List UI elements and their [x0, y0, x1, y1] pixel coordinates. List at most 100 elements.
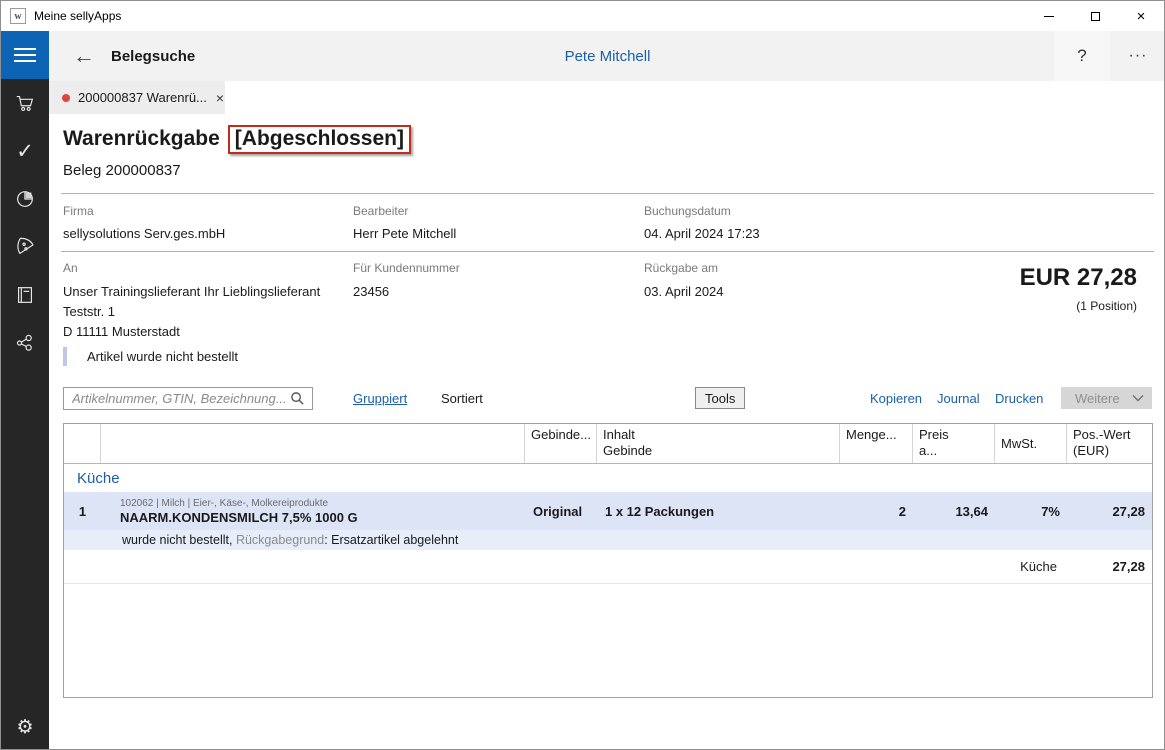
- header-inhalt-gebinde[interactable]: InhaltGebinde: [597, 424, 840, 463]
- help-icon: ?: [1077, 46, 1086, 66]
- share-icon: [14, 332, 36, 354]
- group-header-row[interactable]: Küche: [64, 464, 1152, 492]
- header-mwst[interactable]: MwSt.: [995, 424, 1067, 463]
- maximize-button[interactable]: [1072, 1, 1118, 31]
- titlebar: w Meine sellyApps ×: [1, 1, 1164, 31]
- sidebar-item-offers[interactable]: [1, 223, 49, 271]
- row-note-label: Rückgabegrund: [236, 533, 324, 547]
- row-note: wurde nicht bestellt, Rückgabegrund: Ers…: [64, 530, 1152, 550]
- close-button[interactable]: ×: [1118, 1, 1164, 31]
- field-value-an: Unser Trainingslieferant Ihr Lieblingsli…: [63, 282, 320, 342]
- ellipsis-icon: ···: [1129, 47, 1148, 65]
- back-button[interactable]: ←: [69, 43, 99, 69]
- recipient-name: Unser Trainingslieferant Ihr Lieblingsli…: [63, 282, 320, 302]
- help-button[interactable]: ?: [1054, 31, 1110, 81]
- cell-pos: 1: [64, 504, 101, 519]
- window-title: Meine sellyApps: [34, 9, 121, 23]
- note-text: Artikel wurde nicht bestellt: [87, 349, 238, 364]
- document-title: Warenrückgabe [Abgeschlossen]: [63, 125, 411, 154]
- sidebar-item-settings[interactable]: ⚙: [1, 703, 49, 750]
- app-icon: w: [10, 8, 26, 24]
- cell-preis: 13,64: [913, 504, 995, 519]
- header-description[interactable]: [101, 424, 525, 463]
- summary-group-value: 27,28: [1067, 559, 1152, 574]
- search-input[interactable]: Artikelnummer, GTIN, Bezeichnung...: [63, 387, 313, 410]
- header-poswert[interactable]: Pos.-Wert(EUR): [1067, 424, 1152, 463]
- table-row[interactable]: 1 102062 | Milch | Eier-, Käse-, Molkere…: [64, 492, 1152, 530]
- cell-inhalt: 1 x 12 Packungen: [597, 504, 840, 519]
- field-label-rueckgabe-am: Rückgabe am: [644, 261, 718, 275]
- cart-icon: [14, 92, 36, 114]
- recipient-street: Teststr. 1: [63, 302, 320, 322]
- pizza-icon: [14, 236, 36, 258]
- toolbar: Artikelnummer, GTIN, Bezeichnung... Grup…: [1, 387, 1165, 411]
- cell-gebinde: Original: [525, 504, 597, 519]
- table-header-row: Gebinde... InhaltGebinde Menge... Preisa…: [64, 424, 1152, 464]
- field-label-buchungsdatum: Buchungsdatum: [644, 204, 731, 218]
- header-pos[interactable]: [64, 424, 101, 463]
- chevron-down-icon: [1132, 394, 1144, 402]
- cell-poswert: 27,28: [1067, 504, 1152, 519]
- page-title: Belegsuche: [111, 48, 195, 65]
- sidebar-item-catalog[interactable]: [1, 271, 49, 319]
- note-accent-bar: [63, 347, 67, 366]
- window-controls: ×: [1026, 1, 1164, 31]
- positions-table: Gebinde... InhaltGebinde Menge... Preisa…: [63, 423, 1153, 698]
- tab-strip: 200000837 Warenrü... ×: [49, 81, 1165, 114]
- field-value-rueckgabe-am: 03. April 2024: [644, 282, 724, 302]
- field-value-bearbeiter: Herr Pete Mitchell: [353, 224, 456, 244]
- kopieren-link[interactable]: Kopieren: [870, 391, 922, 406]
- document-number: Beleg 200000837: [63, 162, 181, 179]
- sortiert-label[interactable]: Sortiert: [441, 391, 483, 406]
- drucken-link[interactable]: Drucken: [995, 391, 1043, 406]
- back-arrow-icon: ←: [73, 43, 95, 68]
- maximize-icon: [1091, 12, 1100, 21]
- article-name: NAARM.KONDENSMILCH 7,5% 1000 G: [101, 510, 525, 525]
- journal-link[interactable]: Journal: [937, 391, 980, 406]
- sidebar-item-network[interactable]: [1, 319, 49, 367]
- weitere-label: Weitere: [1075, 391, 1120, 406]
- header-preis[interactable]: Preisa...: [913, 424, 995, 463]
- field-value-firma: sellysolutions Serv.ges.mbH: [63, 224, 225, 244]
- field-value-buchungsdatum: 04. April 2024 17:23: [644, 224, 760, 244]
- divider: [61, 193, 1154, 194]
- minimize-button[interactable]: [1026, 1, 1072, 31]
- current-user: Pete Mitchell: [49, 48, 1165, 65]
- cell-menge: 2: [840, 504, 913, 519]
- sidebar-item-tasks[interactable]: ✓: [1, 127, 49, 175]
- field-label-kundennummer: Für Kundennummer: [353, 261, 460, 275]
- minimize-icon: [1044, 16, 1054, 17]
- header-gebinde[interactable]: Gebinde...: [525, 424, 597, 463]
- sidebar-item-cart[interactable]: [1, 79, 49, 127]
- field-label-firma: Firma: [63, 204, 94, 218]
- pie-chart-icon: [14, 188, 36, 210]
- cell-mwst: 7%: [995, 504, 1067, 519]
- field-label-an: An: [63, 261, 78, 275]
- cell-description: 102062 | Milch | Eier-, Käse-, Molkereip…: [101, 498, 525, 525]
- tab-document[interactable]: 200000837 Warenrü... ×: [49, 81, 225, 114]
- divider: [61, 251, 1154, 252]
- sidebar-item-statistics[interactable]: [1, 175, 49, 223]
- hamburger-menu-button[interactable]: [1, 31, 49, 79]
- row-note-text: wurde nicht bestellt,: [122, 533, 236, 547]
- group-name: Küche: [64, 470, 120, 487]
- tools-button[interactable]: Tools: [695, 387, 745, 409]
- document-note: Artikel wurde nicht bestellt: [63, 347, 238, 366]
- search-placeholder: Artikelnummer, GTIN, Bezeichnung...: [72, 391, 290, 406]
- tab-close-icon[interactable]: ×: [216, 90, 224, 106]
- more-options-button[interactable]: ···: [1110, 31, 1165, 81]
- document-type: Warenrückgabe: [63, 127, 220, 150]
- hamburger-icon: [14, 48, 36, 50]
- position-count: (1 Position): [1076, 299, 1137, 313]
- weitere-dropdown-button[interactable]: Weitere: [1061, 387, 1152, 409]
- field-label-bearbeiter: Bearbeiter: [353, 204, 408, 218]
- app-window: w Meine sellyApps × ✓: [0, 0, 1165, 750]
- header-menge[interactable]: Menge...: [840, 424, 913, 463]
- status-badge: [Abgeschlossen]: [228, 125, 411, 154]
- gruppiert-link[interactable]: Gruppiert: [353, 391, 407, 406]
- recipient-city: D 11111 Musterstadt: [63, 322, 320, 342]
- document-total: EUR 27,28: [1020, 264, 1137, 292]
- search-icon[interactable]: [290, 391, 305, 406]
- check-icon: ✓: [16, 139, 34, 164]
- summary-group-name: Küche: [995, 559, 1067, 574]
